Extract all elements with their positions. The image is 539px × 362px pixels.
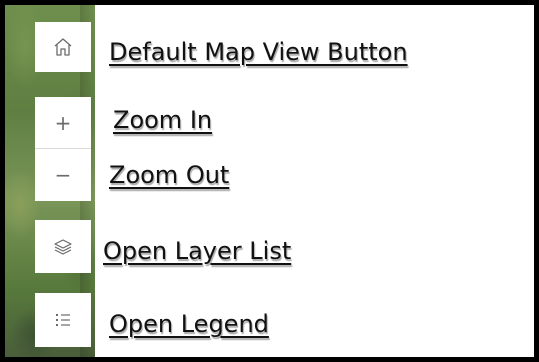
legend-list-icon xyxy=(56,314,70,326)
home-icon xyxy=(54,38,72,56)
zoom-control-group: + − xyxy=(35,97,91,201)
layer-list-button[interactable] xyxy=(35,220,91,273)
zoom-in-button[interactable]: + xyxy=(35,97,91,149)
screenshot-frame: + − Default Map View Button Zoom In Zoom… xyxy=(0,0,539,362)
plus-icon: + xyxy=(54,110,72,135)
zoom-in-label: Zoom In xyxy=(113,106,213,134)
layer-list-label: Open Layer List xyxy=(103,237,292,265)
default-map-view-label: Default Map View Button xyxy=(109,38,408,66)
minus-icon: − xyxy=(54,163,72,187)
zoom-out-button[interactable]: − xyxy=(35,149,91,201)
default-map-view-button[interactable] xyxy=(35,22,91,72)
zoom-out-label: Zoom Out xyxy=(109,161,230,189)
layers-icon xyxy=(54,238,72,255)
legend-button[interactable] xyxy=(35,293,91,347)
legend-label: Open Legend xyxy=(109,310,269,338)
